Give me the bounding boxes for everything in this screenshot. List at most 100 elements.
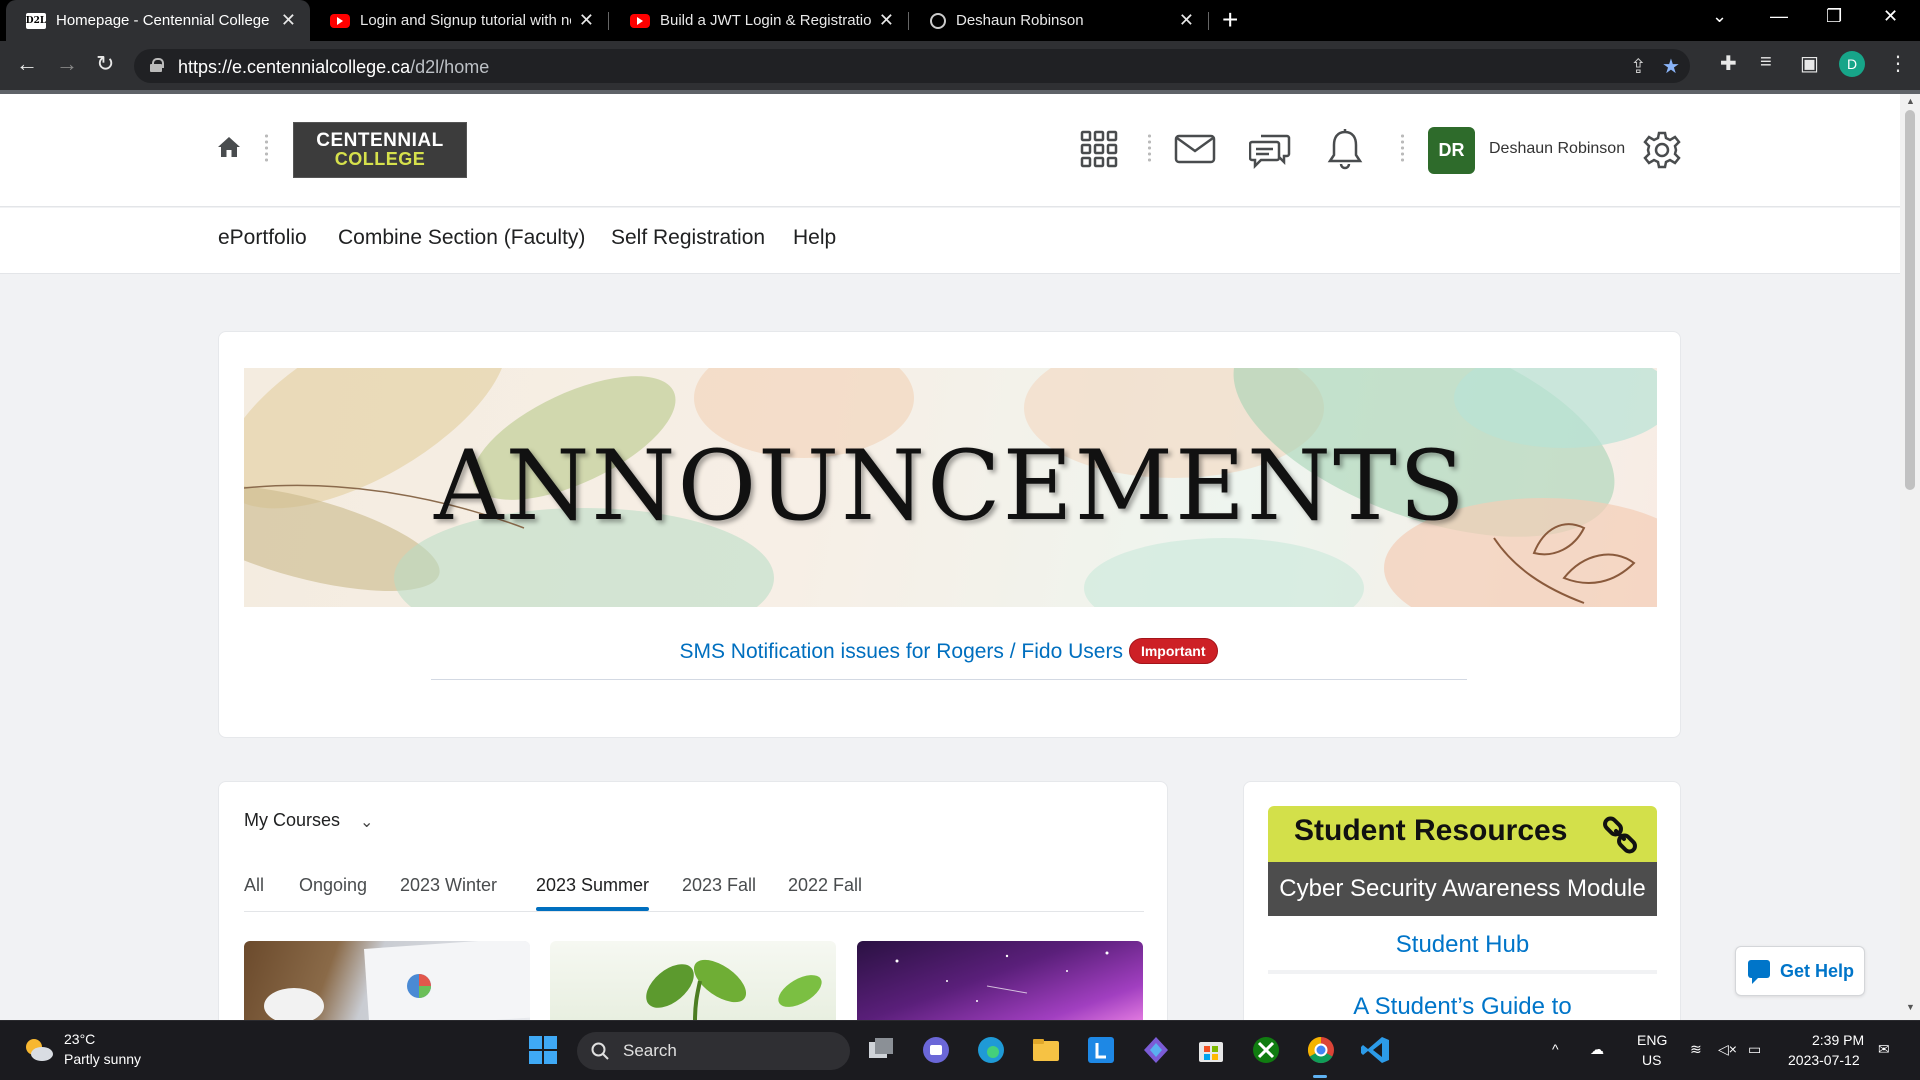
home-icon[interactable] bbox=[217, 136, 241, 158]
notifications-bell-icon[interactable] bbox=[1327, 128, 1363, 170]
mail-icon[interactable] bbox=[1174, 134, 1216, 164]
vscode-icon[interactable] bbox=[1360, 1034, 1392, 1066]
announcements-widget: ANNOUNCEMENTS SMS Notification issues fo… bbox=[218, 331, 1681, 738]
scroll-down-arrow-icon[interactable]: ▼ bbox=[1906, 1002, 1915, 1012]
tab-search-chevron-icon[interactable]: ⌄ bbox=[1712, 6, 1727, 27]
minimize-icon[interactable]: — bbox=[1770, 6, 1788, 27]
announcement-divider bbox=[431, 679, 1467, 680]
course-selector-grid-icon[interactable] bbox=[1080, 130, 1118, 168]
main-navbar: ePortfolio Combine Section (Faculty) Sel… bbox=[0, 208, 1900, 274]
tab-title: Deshaun Robinson bbox=[956, 12, 1084, 29]
close-tab-icon[interactable]: ✕ bbox=[281, 10, 296, 31]
page-content: CENTENNIAL COLLEGE DR Deshaun Robinson e… bbox=[0, 94, 1900, 1020]
show-hidden-icons-icon[interactable]: ^ bbox=[1552, 1041, 1559, 1057]
tab-jwt-login[interactable]: Build a JWT Login & Registration ✕ bbox=[610, 0, 908, 41]
chevron-down-icon[interactable]: ⌄ bbox=[360, 812, 373, 832]
close-window-icon[interactable]: ✕ bbox=[1883, 6, 1898, 27]
media-control-icon[interactable]: ≡ bbox=[1760, 51, 1772, 74]
scroll-up-arrow-icon[interactable]: ▲ bbox=[1906, 96, 1915, 106]
file-explorer-icon[interactable] bbox=[1030, 1034, 1062, 1066]
weather-condition[interactable]: Partly sunny bbox=[64, 1051, 141, 1067]
nav-self-registration[interactable]: Self Registration bbox=[611, 226, 765, 250]
youtube-favicon-icon bbox=[630, 13, 650, 28]
chrome-icon[interactable] bbox=[1305, 1034, 1337, 1066]
url-field[interactable]: https://e.centennialcollege.ca/d2l/home … bbox=[134, 49, 1690, 83]
edge-browser-icon[interactable] bbox=[975, 1034, 1007, 1066]
nav-help[interactable]: Help bbox=[793, 226, 836, 250]
chat-bubble-icon bbox=[1748, 960, 1770, 984]
announcements-banner-text: ANNOUNCEMENTS bbox=[434, 430, 1467, 542]
windows-start-icon[interactable] bbox=[527, 1034, 559, 1066]
wifi-icon[interactable]: ≋ bbox=[1690, 1041, 1702, 1058]
chrome-menu-icon[interactable]: ⋮ bbox=[1888, 51, 1908, 76]
restore-icon[interactable]: ❐ bbox=[1826, 6, 1842, 27]
side-panel-icon[interactable]: ▣ bbox=[1800, 51, 1819, 76]
tab-2023-winter[interactable]: 2023 Winter bbox=[400, 875, 497, 896]
tabs-divider bbox=[244, 911, 1144, 912]
tab-2023-fall[interactable]: 2023 Fall bbox=[682, 875, 756, 896]
page-scrollbar[interactable]: ▲ ▼ bbox=[1900, 94, 1920, 1020]
profile-avatar[interactable]: D bbox=[1839, 51, 1865, 77]
notification-center-icon[interactable]: ✉ bbox=[1878, 1041, 1890, 1058]
task-view-icon[interactable] bbox=[865, 1034, 897, 1066]
lock-icon bbox=[150, 58, 164, 72]
course-card-image[interactable] bbox=[244, 941, 530, 1020]
course-card-image[interactable] bbox=[857, 941, 1143, 1020]
tab-title: Login and Signup tutorial with nc bbox=[360, 12, 571, 29]
battery-icon[interactable]: ▭ bbox=[1748, 1041, 1761, 1058]
students-guide-link[interactable]: A Student’s Guide to bbox=[1268, 978, 1657, 1020]
tab-deshaun-robinson[interactable]: Deshaun Robinson ✕ bbox=[910, 0, 1208, 41]
announcement-link[interactable]: SMS Notification issues for Rogers / Fid… bbox=[679, 640, 1122, 663]
back-icon[interactable]: ← bbox=[16, 51, 38, 77]
clock-time[interactable]: 2:39 PM bbox=[1812, 1032, 1864, 1048]
get-help-button[interactable]: Get Help bbox=[1735, 946, 1865, 996]
important-badge: Important bbox=[1128, 638, 1218, 664]
course-card-image[interactable] bbox=[550, 941, 836, 1020]
tab-all[interactable]: All bbox=[244, 875, 264, 896]
close-tab-icon[interactable]: ✕ bbox=[879, 10, 894, 31]
reload-icon[interactable]: ↻ bbox=[96, 51, 114, 77]
language-indicator[interactable]: ENG bbox=[1637, 1032, 1667, 1048]
microsoft-store-icon[interactable] bbox=[1195, 1034, 1227, 1066]
student-hub-link[interactable]: Student Hub bbox=[1268, 916, 1657, 974]
new-tab-button[interactable]: + bbox=[1222, 4, 1238, 36]
chat-subscriptions-icon[interactable] bbox=[1249, 130, 1291, 170]
forward-icon[interactable]: → bbox=[56, 51, 78, 77]
tab-login-signup[interactable]: Login and Signup tutorial with nc ✕ bbox=[310, 0, 608, 41]
header-divider bbox=[265, 133, 268, 163]
nav-combine-section[interactable]: Combine Section (Faculty) bbox=[338, 226, 585, 250]
student-resources-header: Student Resources bbox=[1268, 806, 1657, 862]
tab-ongoing[interactable]: Ongoing bbox=[299, 875, 367, 896]
tab-homepage[interactable]: D2L Homepage - Centennial College ✕ bbox=[6, 0, 310, 41]
student-resources-title: Student Resources bbox=[1294, 814, 1568, 847]
xbox-icon[interactable] bbox=[1250, 1034, 1282, 1066]
tab-2023-summer[interactable]: 2023 Summer bbox=[536, 875, 649, 896]
header-divider bbox=[1401, 133, 1404, 163]
l-app-icon[interactable] bbox=[1085, 1034, 1117, 1066]
bookmark-star-icon[interactable]: ★ bbox=[1662, 54, 1680, 79]
url-text: https://e.centennialcollege.ca/d2l/home bbox=[178, 57, 490, 77]
clock-date[interactable]: 2023-07-12 bbox=[1788, 1052, 1860, 1068]
my-courses-title: My Courses bbox=[244, 810, 341, 830]
onedrive-cloud-icon[interactable]: ☁ bbox=[1590, 1041, 1604, 1058]
teams-chat-icon[interactable] bbox=[920, 1034, 952, 1066]
cyber-security-module-link[interactable]: Cyber Security Awareness Module bbox=[1268, 862, 1657, 916]
extensions-puzzle-icon[interactable]: ✚ bbox=[1720, 51, 1737, 76]
settings-gear-icon[interactable] bbox=[1642, 130, 1682, 170]
volume-muted-icon[interactable]: ◁× bbox=[1718, 1041, 1737, 1058]
tab-2022-fall[interactable]: 2022 Fall bbox=[788, 875, 862, 896]
close-tab-icon[interactable]: ✕ bbox=[1179, 10, 1194, 31]
language-region[interactable]: US bbox=[1642, 1052, 1661, 1068]
nav-eportfolio[interactable]: ePortfolio bbox=[218, 226, 307, 250]
copilot-icon[interactable] bbox=[1140, 1034, 1172, 1066]
taskbar-search-box[interactable]: Search bbox=[577, 1032, 850, 1070]
weather-temperature[interactable]: 23°C bbox=[64, 1031, 95, 1047]
close-tab-icon[interactable]: ✕ bbox=[579, 10, 594, 31]
scrollbar-thumb[interactable] bbox=[1905, 110, 1915, 490]
partly-sunny-weather-icon[interactable] bbox=[22, 1035, 54, 1063]
active-app-indicator bbox=[1313, 1075, 1327, 1078]
user-name[interactable]: Deshaun Robinson bbox=[1489, 140, 1625, 158]
user-avatar[interactable]: DR bbox=[1428, 127, 1475, 174]
share-icon[interactable]: ⇪ bbox=[1630, 54, 1647, 79]
centennial-college-logo[interactable]: CENTENNIAL COLLEGE bbox=[293, 122, 467, 178]
